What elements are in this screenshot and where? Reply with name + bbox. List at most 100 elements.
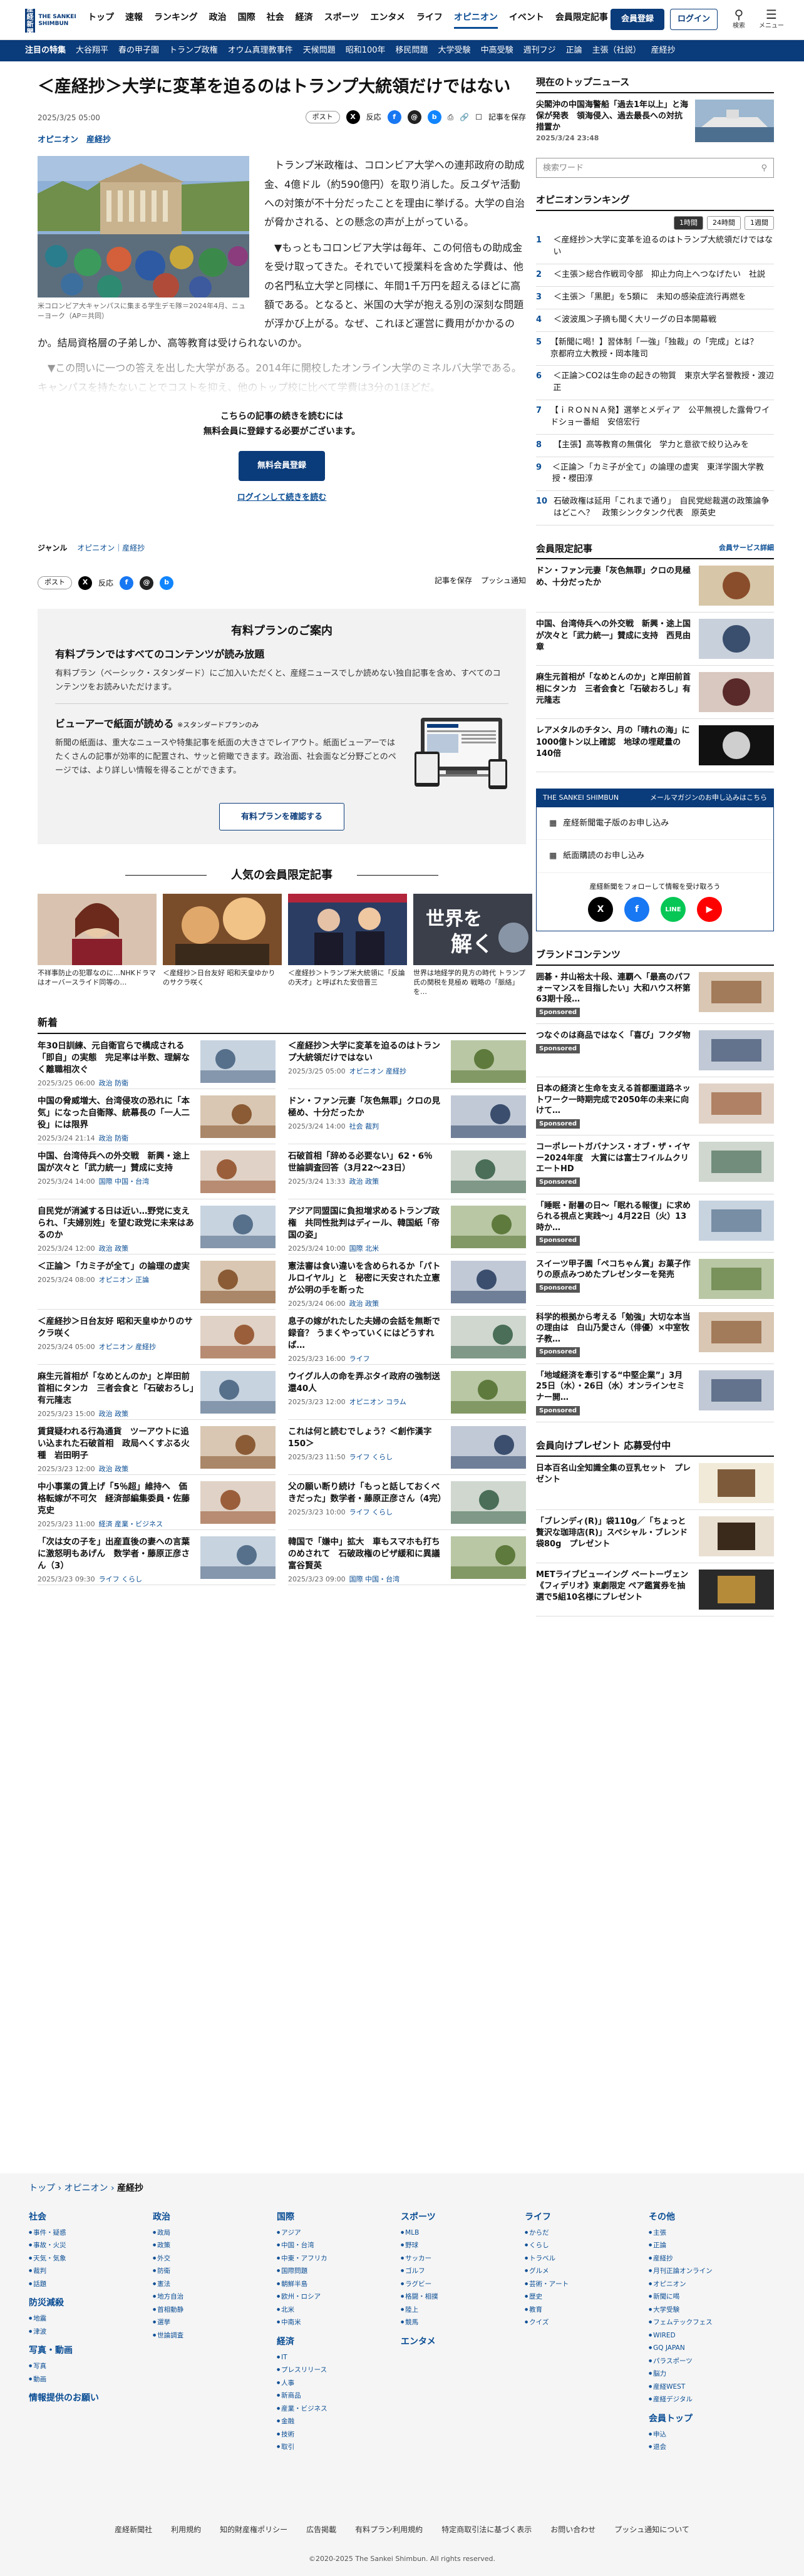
newsletter-link[interactable]: メールマガジンのお申し込みはこちら xyxy=(650,793,767,804)
new-article-item[interactable]: 麻生元首相が「なめとんのか」と岸田前首相にタンカ 三者会食と「石破おろし」有元隆… xyxy=(38,1365,276,1420)
footer-link[interactable]: ● 写真 xyxy=(29,2360,153,2372)
ranking-item[interactable]: 1 ＜産経抄＞大学に変革を迫るのはトランプ大統領だけではない xyxy=(536,230,774,265)
present-item[interactable]: 日本百名山全知識全集の豆乳セット プレゼント xyxy=(536,1457,774,1510)
footer-link[interactable]: ● 芸術・アート xyxy=(525,2278,649,2290)
new-article-item[interactable]: 石破首相「辞める必要ない」62・6％ 世論調査回答（3月22～23日） 2025/… xyxy=(288,1144,526,1200)
footer-link[interactable]: ● 大学受験 xyxy=(649,2304,773,2316)
topic-item[interactable]: 春の甲子園 xyxy=(118,44,159,57)
footer-link[interactable]: ● 朝鮮半島 xyxy=(277,2278,401,2290)
footer-link[interactable]: ● フェムテックフェス xyxy=(649,2316,773,2329)
footer-link[interactable]: ● WIRED xyxy=(649,2329,773,2342)
footer-link[interactable]: ● 中東・アフリカ xyxy=(277,2252,401,2265)
ranking-item[interactable]: 6 ＜正論＞CO2は生命の起きの物質 東京大学名誉教授・渡辺正 xyxy=(536,366,774,401)
nav-item[interactable]: スポーツ xyxy=(324,11,359,29)
new-article-item[interactable]: ＜正論＞「カミ子が全て」の論理の虚実 2025/3/24 08:00 オピニオン 正… xyxy=(38,1254,276,1310)
new-article-category[interactable]: ライフ くらし xyxy=(99,1575,143,1583)
footer-link[interactable]: ● 世論調査 xyxy=(153,2329,277,2342)
new-article-category[interactable]: 社会 裁判 xyxy=(349,1122,379,1130)
new-article-item[interactable]: 韓国で「嫌中」拡大 車もスマホも打ちのめされて 石破政権のビザ緩和に異議 富谷賢… xyxy=(288,1530,526,1586)
footer-heading[interactable]: ライフ xyxy=(525,2211,649,2224)
footer-link[interactable]: ● オピニオン xyxy=(649,2278,773,2290)
footer-link[interactable]: ● 脳力 xyxy=(649,2367,773,2380)
nav-item[interactable]: 社会 xyxy=(267,11,284,29)
check-paid-plan-button[interactable]: 有料プランを確認する xyxy=(219,802,344,830)
brand-item[interactable]: 科学的根拠から考える「勉強」大切な本当の理由は 白山乃愛さん（俳優）×中室牧子教… xyxy=(536,1306,774,1364)
footer-link[interactable]: ● 競馬 xyxy=(401,2316,525,2329)
footer-link[interactable]: ● 歴史 xyxy=(525,2290,649,2303)
brand-item[interactable]: 「地域経済を牽引する“中堅企業”」3月25日（水）・26日（水）オンラインセミナ… xyxy=(536,1364,774,1423)
topic-item[interactable]: 天候問題 xyxy=(303,44,336,57)
footer-link[interactable]: ● 北米 xyxy=(277,2304,401,2316)
footer-bottom-link[interactable]: 広告掲載 xyxy=(306,2524,336,2535)
reaction-link-bottom[interactable]: 反応 xyxy=(98,577,113,589)
nav-item[interactable]: オピニオン xyxy=(453,11,498,29)
save-article-button-bottom[interactable]: 記事を保存 xyxy=(435,575,472,586)
footer-link[interactable]: ● 天気・気象 xyxy=(29,2252,153,2265)
new-article-item[interactable]: 中小事業の賃上げ「5％超」維持へ 価格転嫁が不可欠 経済部編集委員・佐藤克史 20… xyxy=(38,1475,276,1531)
footer-link[interactable]: ● 格闘・相撲 xyxy=(401,2290,525,2303)
footer-link[interactable]: ● 津波 xyxy=(29,2325,153,2338)
new-article-item[interactable]: 父の願い断り続け「もっと話しておくべきだった」数学者・藤原正彦さん（4完） 202… xyxy=(288,1475,526,1531)
popular-card[interactable]: ＜産経抄＞日台友好 昭和天皇ゆかりのサクラ咲く xyxy=(163,893,282,997)
new-article-category[interactable]: 政治 政策 xyxy=(349,1177,379,1186)
x-icon[interactable]: X xyxy=(588,897,613,923)
new-article-category[interactable]: オピニオン 産経抄 xyxy=(99,1343,157,1351)
footer-link[interactable]: ● くらし xyxy=(525,2239,649,2252)
category-sankeisho[interactable]: 産経抄 xyxy=(86,135,111,145)
new-article-item[interactable]: これは何と読むでしょう？＜創作漢字150＞ 2025/3/23 11:50 ライフ … xyxy=(288,1420,526,1476)
footer-link[interactable]: ● 欧州・ロシア xyxy=(277,2290,401,2303)
top-news-item[interactable]: 尖閣沖の中国海警船「過去1年以上」と海保が発表 領海侵入、過去最長への対抗措置か… xyxy=(536,99,774,143)
present-item[interactable]: 「ブレンディ(R)」袋110g／「ちょっと贅沢な珈琲店(R)」スペシャル・ブレン… xyxy=(536,1510,774,1563)
search-icon[interactable]: ⚲ xyxy=(761,162,767,175)
footer-link[interactable]: ● プレスリリース xyxy=(277,2364,401,2376)
footer-bottom-link[interactable]: 知的財産権ポリシー xyxy=(220,2524,287,2535)
new-article-item[interactable]: アジア同盟国に負担増求めるトランプ政権 共同性批判はディール、韓国紙「帝国の姿」… xyxy=(288,1199,526,1255)
ranking-item[interactable]: 7 【ｉＲＯＮＮＡ発】選挙とメディア 公平無視した露骨ワイドショー番組 安倍宏行 xyxy=(536,400,774,435)
bookmark-icon[interactable]: ☐ xyxy=(475,111,482,123)
footer-bottom-link[interactable]: 利用規約 xyxy=(171,2524,201,2535)
footer-link[interactable]: ● 申込 xyxy=(649,2428,773,2441)
footer-bottom-link[interactable]: お問い合わせ xyxy=(550,2524,595,2535)
youtube-icon[interactable]: ▶ xyxy=(697,897,722,923)
member-item[interactable]: ドン・ファン元妻「灰色無罪」クロの見極め、十分だったか xyxy=(536,559,774,613)
footer-link[interactable]: ● からだ xyxy=(525,2227,649,2239)
ranking-tab[interactable]: 24時間 xyxy=(707,215,741,230)
footer-link[interactable]: ● 陸上 xyxy=(401,2304,525,2316)
footer-link[interactable]: ● 首相動静 xyxy=(153,2304,277,2316)
member-item[interactable]: 中国、台湾侍兵への外交戦 新興・途上国が次々と「武力統一」賛成に支持 西見由章 xyxy=(536,613,774,666)
footer-heading[interactable]: その他 xyxy=(649,2211,773,2224)
topic-item[interactable]: 昭和100年 xyxy=(346,44,386,57)
facebook-icon[interactable]: f xyxy=(120,576,134,590)
new-article-category[interactable]: ライフ くらし xyxy=(349,1508,393,1516)
brand-item[interactable]: つなぐのは商品ではなく「喜び」フクダ物 Sponsored xyxy=(536,1024,774,1078)
footer-link[interactable]: ● 外交 xyxy=(153,2252,277,2265)
footer-link[interactable]: ● 動画 xyxy=(29,2373,153,2386)
new-article-item[interactable]: 自民党が消滅する日は近い…野党に支えられ、「夫婦別姓」を望む政党に未来はあるのか… xyxy=(38,1199,276,1255)
footer-link[interactable]: ● 技術 xyxy=(277,2428,401,2441)
footer-link[interactable]: ● MLB xyxy=(401,2227,525,2239)
new-article-item[interactable]: 賃貸疑われる行為通貨 ツーアウトに追い込まれた石破首相 政局へくすぶる火種 岩田… xyxy=(38,1420,276,1476)
genre-values[interactable]: オピニオン｜産経抄 xyxy=(77,544,145,552)
digital-subscribe-link[interactable]: ▦ 産経新聞電子版のお申し込み xyxy=(537,807,773,841)
topic-item[interactable]: 大学受験 xyxy=(438,44,471,57)
popular-card[interactable]: 世界を 解く 世界は地経学的見方の時代 トランプ氏の関税を見極め 戦略の「脈絡」を… xyxy=(413,893,532,997)
topic-item[interactable]: 正論 xyxy=(566,44,582,57)
footer-link[interactable]: ● IT xyxy=(277,2351,401,2364)
brand-item[interactable]: コーポレートガバナンス・オブ・ザ・イヤー2024年度 大賞には富士フイルムクリエ… xyxy=(536,1135,774,1194)
footer-link[interactable]: ● 退会 xyxy=(649,2441,773,2453)
footer-link[interactable]: ● 野球 xyxy=(401,2239,525,2252)
ranking-item[interactable]: 2 ＜主張＞総合作戦司令部 抑止力向上へつなげたい 社説 xyxy=(536,264,774,287)
sidebar-search-input[interactable]: 検索ワード ⚲ xyxy=(536,158,774,178)
nav-item[interactable]: ライフ xyxy=(416,11,443,29)
login-continue-link[interactable]: ログインして続きを読む xyxy=(38,491,526,505)
new-article-category[interactable]: オピニオン コラム xyxy=(349,1398,406,1406)
search-button[interactable]: ⚲ 検索 xyxy=(725,8,753,31)
nav-item[interactable]: 会員限定記事 xyxy=(555,11,608,29)
topic-item[interactable]: トランプ政権 xyxy=(169,44,218,57)
footer-heading[interactable]: 防災減殺 xyxy=(29,2297,153,2310)
threads-icon[interactable]: @ xyxy=(140,576,154,590)
nav-item[interactable]: ランキング xyxy=(154,11,198,29)
footer-link[interactable]: ● 国際問題 xyxy=(277,2265,401,2277)
brand-item[interactable]: 「睡眠・耐暑の日～「眠れる報復」に求められる視点と実践～」4月22日（火）13時… xyxy=(536,1194,774,1253)
topic-item[interactable]: 産経抄 xyxy=(651,44,676,57)
